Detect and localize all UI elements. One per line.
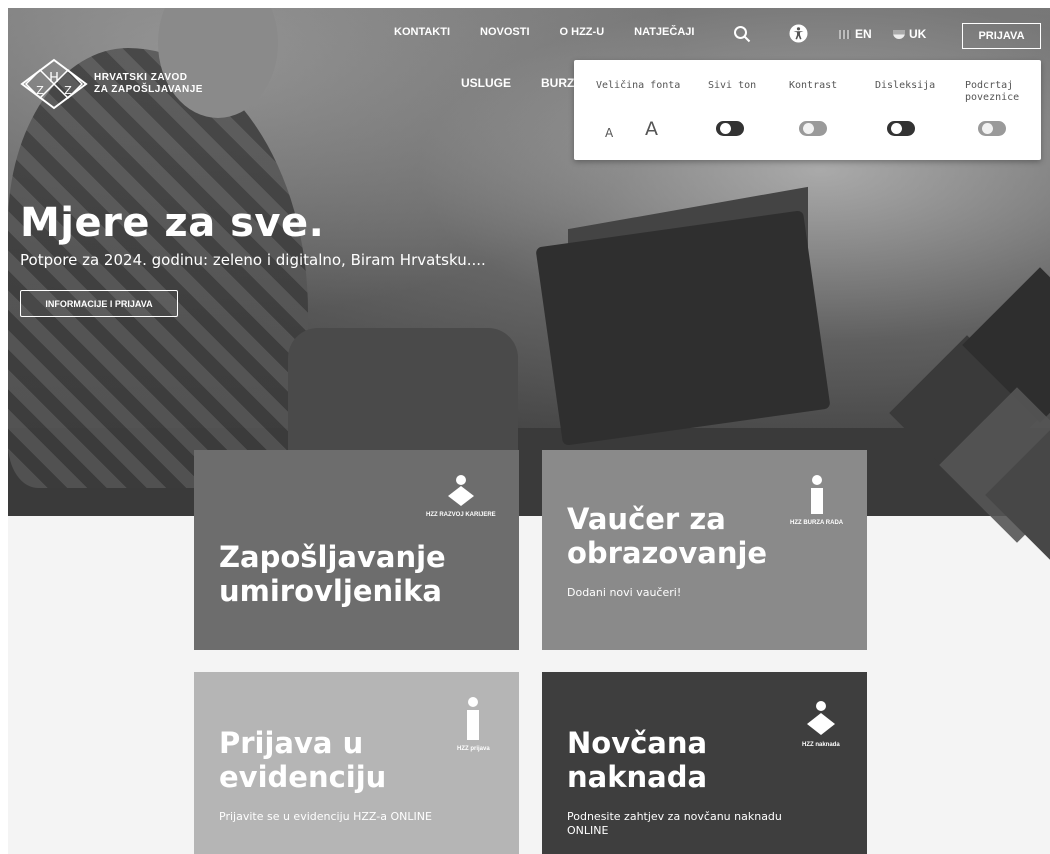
card-vaucer-za-obrazovanje[interactable]: HZZ BURZA RADA Vaučer za obrazovanje Dod… xyxy=(542,450,867,650)
font-increase-button[interactable]: A xyxy=(645,118,658,140)
card-title-line2: evidenciju xyxy=(219,760,387,794)
font-size-label: Veličina fonta xyxy=(596,80,681,91)
language-en-label: EN xyxy=(855,27,872,41)
svg-text:Z: Z xyxy=(64,84,72,97)
hero-subtitle: Potpore za 2024. godinu: zeleno i digita… xyxy=(20,251,486,269)
grayscale-toggle[interactable] xyxy=(716,121,744,136)
card-badge-label: HZZ prijava xyxy=(457,746,490,752)
accessibility-icon[interactable] xyxy=(789,24,808,43)
card-title-line2: obrazovanje xyxy=(567,536,768,570)
hero-photo-toolbox xyxy=(535,210,831,446)
card-badge-label: HZZ naknada xyxy=(802,742,840,748)
login-button[interactable]: PRIJAVA xyxy=(962,23,1041,49)
top-navigation: KONTAKTI NOVOSTI O HZZ-U NATJEČAJI xyxy=(394,26,694,38)
card-novcana-naknada[interactable]: HZZ naknada Novčana naknada Podnesite za… xyxy=(542,672,867,854)
grayscale-label: Sivi ton xyxy=(708,80,757,91)
flag-uk-icon xyxy=(893,29,905,39)
accessibility-panel: Veličina fonta A A Sivi ton Kontrast Dis… xyxy=(574,60,1041,160)
card-title: Zapošljavanje umirovljenika xyxy=(219,540,446,608)
card-badge: HZZ prijava xyxy=(457,696,490,752)
brand-name-line1: HRVATSKI ZAVOD xyxy=(94,72,188,83)
card-badge: HZZ RAZVOJ KARIJERE xyxy=(426,474,496,518)
card-title-line1: Novčana xyxy=(567,726,708,760)
card-title-line2: naknada xyxy=(567,760,708,794)
card-badge: HZZ BURZA RADA xyxy=(790,474,843,526)
svg-text:Z: Z xyxy=(36,84,44,97)
card-title-line1: Prijava u xyxy=(219,726,364,760)
font-decrease-button[interactable]: A xyxy=(605,126,613,140)
hzz-logo-icon: H Z Z xyxy=(20,58,88,110)
card-title: Novčana naknada xyxy=(567,726,707,794)
topnav-item-novosti[interactable]: NOVOSTI xyxy=(480,26,530,38)
card-description-line2: ONLINE xyxy=(567,824,609,837)
brand[interactable]: H Z Z HRVATSKI ZAVOD ZA ZAPOŠLJAVANJE xyxy=(20,58,203,110)
card-title-line2: umirovljenika xyxy=(219,574,442,608)
brand-name: HRVATSKI ZAVOD ZA ZAPOŠLJAVANJE xyxy=(94,72,203,96)
topnav-item-kontakti[interactable]: KONTAKTI xyxy=(394,26,450,38)
card-title: Vaučer za obrazovanje xyxy=(567,502,767,570)
language-uk-label: UK xyxy=(909,27,927,41)
main-navigation: USLUGE BURZ xyxy=(461,76,574,90)
mainnav-item-burza[interactable]: BURZ xyxy=(541,76,574,90)
dyslexia-toggle[interactable] xyxy=(887,121,915,136)
hero-title: Mjere za sve. xyxy=(20,200,325,246)
underline-links-label: Podcrtaj poveznice xyxy=(965,80,1019,104)
svg-text:H: H xyxy=(49,71,59,86)
contrast-label: Kontrast xyxy=(789,80,838,91)
language-en[interactable]: EN xyxy=(839,27,872,41)
brand-name-line2: ZA ZAPOŠLJAVANJE xyxy=(94,84,203,95)
hero-info-button[interactable]: INFORMACIJE I PRIJAVA xyxy=(20,290,178,317)
info-i-icon xyxy=(467,697,480,740)
search-icon[interactable] xyxy=(733,25,751,43)
diamond-person-icon xyxy=(447,475,474,506)
card-prijava-u-evidenciju[interactable]: HZZ prijava Prijava u evidenciju Prijavi… xyxy=(194,672,519,854)
card-description: Dodani novi vaučeri! xyxy=(567,586,682,599)
card-description-line1: Podnesite zahtjev za novčanu naknadu xyxy=(567,810,782,823)
card-badge-label: HZZ BURZA RADA xyxy=(790,520,844,526)
card-title-line1: Vaučer za xyxy=(567,502,726,536)
topnav-item-natjecaji[interactable]: NATJEČAJI xyxy=(634,26,694,38)
underline-links-label-line2: poveznice xyxy=(965,92,1020,103)
card-zaposljavanje-umirovljenika[interactable]: HZZ RAZVOJ KARIJERE Zapošljavanje umirov… xyxy=(194,450,519,650)
card-description: Prijavite se u evidenciju HZZ-a ONLINE xyxy=(219,810,432,823)
card-badge: HZZ naknada xyxy=(802,700,840,748)
dyslexia-label: Disleksija xyxy=(875,80,936,91)
page: H Z Z HRVATSKI ZAVOD ZA ZAPOŠLJAVANJE KO… xyxy=(0,0,1050,854)
contrast-toggle[interactable] xyxy=(799,121,827,136)
card-title-line1: Zapošljavanje xyxy=(219,540,446,574)
language-uk[interactable]: UK xyxy=(893,27,926,41)
diamond-person-icon xyxy=(806,701,835,735)
card-title: Prijava u evidenciju xyxy=(219,726,386,794)
card-badge-label: HZZ RAZVOJ KARIJERE xyxy=(426,512,496,518)
underline-links-label-line1: Podcrtaj xyxy=(965,80,1014,91)
mainnav-item-usluge[interactable]: USLUGE xyxy=(461,76,511,90)
content-background xyxy=(8,516,1050,854)
topnav-item-o-hzz-u[interactable]: O HZZ-U xyxy=(560,26,605,38)
underline-links-toggle[interactable] xyxy=(978,121,1006,136)
info-i-icon xyxy=(810,475,823,514)
flag-en-icon xyxy=(839,29,851,39)
card-description: Podnesite zahtjev za novčanu naknadu ONL… xyxy=(567,810,782,838)
